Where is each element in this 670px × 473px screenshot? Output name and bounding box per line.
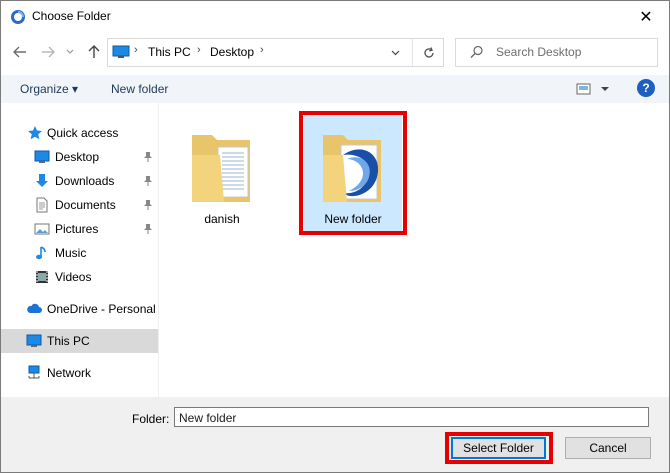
folder-label: danish — [204, 212, 240, 226]
nav-label-pictures: Pictures — [55, 222, 99, 236]
nav-label-music: Music — [55, 246, 87, 260]
window-title: Choose Folder — [32, 9, 111, 23]
nav-item-videos[interactable]: Videos — [1, 265, 158, 289]
network-icon — [28, 365, 40, 379]
breadcrumb-separator: › — [260, 44, 264, 56]
chevron-down-icon — [391, 50, 399, 55]
choose-folder-dialog: Choose Folder ✕ › This PC › Desktop › Se… — [0, 0, 670, 473]
document-icon — [36, 197, 48, 213]
star-icon — [28, 126, 42, 140]
cancel-button[interactable]: Cancel — [565, 437, 651, 459]
nav-item-documents[interactable]: Documents — [1, 193, 158, 217]
cloud-icon — [27, 303, 42, 313]
title-bar: Choose Folder ✕ — [1, 1, 669, 32]
folder-name-input[interactable]: New folder — [174, 407, 649, 427]
up-button[interactable] — [85, 43, 103, 61]
nav-item-downloads[interactable]: Downloads — [1, 169, 158, 193]
video-icon — [36, 271, 48, 283]
arrow-up-icon — [88, 45, 100, 58]
pin-icon — [144, 224, 152, 234]
search-box[interactable]: Search Desktop — [455, 38, 658, 67]
folder-view: danish New folder — [159, 103, 669, 397]
arrow-right-icon — [42, 46, 55, 58]
close-icon: ✕ — [639, 8, 653, 26]
view-options-icon — [576, 83, 609, 95]
forward-button[interactable] — [39, 43, 57, 61]
folder-icon — [323, 135, 381, 202]
breadcrumb-desktop[interactable]: Desktop — [210, 45, 254, 59]
folder-icon — [192, 135, 250, 202]
dialog-footer: Folder: New folder Select Folder Cancel — [1, 397, 669, 472]
breadcrumb-separator: › — [134, 44, 138, 56]
download-icon — [36, 174, 48, 187]
search-icon — [470, 45, 483, 58]
select-folder-button[interactable]: Select Folder — [451, 437, 546, 459]
refresh-icon — [423, 46, 434, 58]
nav-label-quick-access: Quick access — [47, 126, 119, 140]
nav-item-pictures[interactable]: Pictures — [1, 217, 158, 241]
arrow-left-icon — [13, 46, 26, 58]
music-icon — [36, 246, 46, 260]
new-folder-button[interactable]: New folder — [111, 82, 168, 96]
breadcrumb-this-pc[interactable]: This PC — [148, 45, 191, 59]
refresh-button[interactable] — [412, 39, 444, 66]
nav-label-network: Network — [47, 366, 92, 380]
nav-item-network[interactable]: Network — [1, 361, 158, 385]
desktop-icon — [34, 150, 50, 163]
nav-item-onedrive[interactable]: OneDrive - Personal — [1, 297, 158, 321]
nav-item-quick-access[interactable]: Quick access — [1, 121, 158, 145]
command-bar: Organize ▾ New folder ? — [1, 75, 669, 103]
nav-label-onedrive: OneDrive - Personal — [47, 302, 156, 316]
nav-label-documents: Documents — [55, 198, 116, 212]
nav-label-videos: Videos — [55, 270, 92, 284]
folder-field-label: Folder: — [132, 412, 170, 426]
nav-item-music[interactable]: Music — [1, 241, 158, 265]
nav-label-downloads: Downloads — [55, 174, 115, 188]
change-view-button[interactable] — [575, 80, 615, 98]
pin-icon — [144, 200, 152, 210]
chevron-down-icon — [66, 49, 74, 54]
recent-locations-button[interactable] — [63, 43, 77, 61]
folder-item-new-folder[interactable]: New folder — [304, 115, 402, 233]
address-bar[interactable]: › This PC › Desktop › — [107, 38, 444, 67]
folder-item-danish[interactable]: danish — [175, 115, 269, 233]
organize-menu[interactable]: Organize ▾ — [20, 82, 78, 96]
nav-item-this-pc[interactable]: This PC — [1, 329, 158, 353]
breadcrumb-separator: › — [197, 44, 201, 56]
close-button[interactable]: ✕ — [623, 1, 669, 32]
nav-label-this-pc: This PC — [47, 334, 90, 348]
pin-icon — [144, 152, 152, 162]
address-history-dropdown[interactable] — [379, 39, 411, 66]
folder-label: New folder — [324, 212, 382, 226]
help-button[interactable]: ? — [637, 79, 655, 97]
pin-icon — [144, 176, 152, 186]
back-button[interactable] — [11, 43, 29, 61]
computer-icon — [112, 45, 130, 58]
search-placeholder: Search Desktop — [496, 45, 582, 59]
nav-label-desktop: Desktop — [55, 150, 100, 164]
app-icon — [11, 10, 25, 24]
help-icon: ? — [642, 81, 650, 95]
pictures-icon — [34, 223, 50, 235]
computer-icon — [26, 334, 42, 347]
navigation-pane: Quick access Desktop Downloads Documents… — [1, 103, 159, 397]
nav-item-desktop[interactable]: Desktop — [1, 145, 158, 169]
